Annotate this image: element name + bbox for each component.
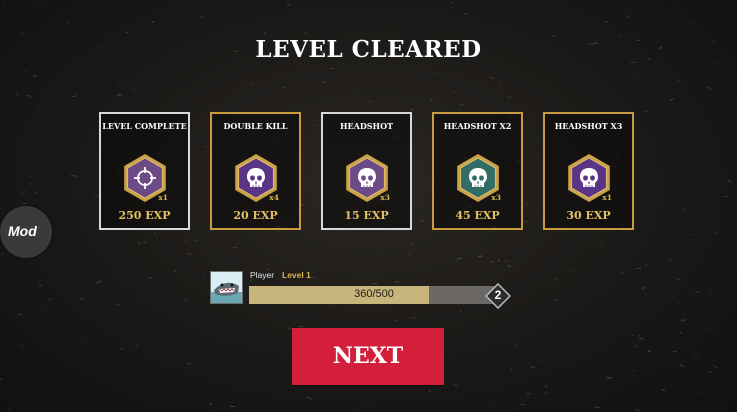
reward-card: HEADSHOT x3 15 EXP <box>321 112 412 230</box>
mod-label: Mod <box>8 223 37 239</box>
reward-name: DOUBLE KILL <box>223 121 288 131</box>
reward-multiplier: x4 <box>269 193 279 202</box>
reward-multiplier: x1 <box>602 193 612 202</box>
reward-exp: 20 EXP <box>233 209 278 222</box>
player-name: Player <box>250 270 275 280</box>
reward-name: HEADSHOT X3 <box>554 121 623 131</box>
reward-exp: 30 EXP <box>566 209 611 222</box>
reward-multiplier: x1 <box>158 193 168 202</box>
next-level-badge: 2 <box>485 283 511 309</box>
next-button-label: NEXT <box>332 343 404 369</box>
next-button[interactable]: NEXT <box>292 328 444 385</box>
next-level-number: 2 <box>494 288 502 302</box>
reward-name: HEADSHOT <box>339 121 394 131</box>
reward-name: LEVEL COMPLETE <box>102 121 187 131</box>
reward-exp: 250 EXP <box>118 209 171 222</box>
mod-button[interactable]: Mod <box>0 206 52 258</box>
reward-card: LEVEL COMPLETE x1 250 EXP <box>99 112 190 230</box>
xp-progress-bar: 360/500 <box>249 286 499 304</box>
player-level: Level 1 <box>282 270 311 280</box>
reward-card: DOUBLE KILL x4 20 EXP <box>210 112 301 230</box>
reward-cards: LEVEL COMPLETE x1 250 EXP DOUBLE KILL x4… <box>99 112 639 232</box>
player-avatar <box>210 271 243 304</box>
reward-multiplier: x3 <box>491 193 501 202</box>
reward-exp: 15 EXP <box>344 209 389 222</box>
reward-card: HEADSHOT X3 x1 30 EXP <box>543 112 634 230</box>
reward-multiplier: x3 <box>380 193 390 202</box>
reward-exp: 45 EXP <box>455 209 500 222</box>
reward-name: HEADSHOT X2 <box>443 121 512 131</box>
shark-icon <box>211 272 242 303</box>
reward-card: HEADSHOT X2 x3 45 EXP <box>432 112 523 230</box>
page-title: LEVEL CLEARED <box>255 36 482 63</box>
xp-progress-text: 360/500 <box>354 288 394 300</box>
